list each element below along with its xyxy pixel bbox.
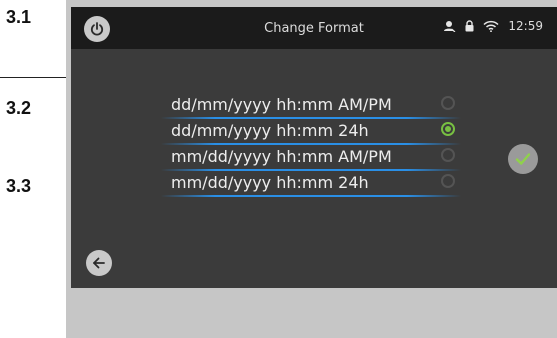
status-area: 12:59 <box>443 19 543 33</box>
format-option-label: mm/dd/yyyy hh:mm 24h <box>171 173 369 192</box>
device-frame: Change Format 12:59 dd/mm/yyyy hh:mm AM/… <box>66 0 557 338</box>
format-option-label: mm/dd/yyyy hh:mm AM/PM <box>171 147 392 166</box>
format-option-row[interactable]: dd/mm/yyyy hh:mm 24h <box>161 117 501 145</box>
format-option-row[interactable]: mm/dd/yyyy hh:mm AM/PM <box>161 143 501 171</box>
format-option-row[interactable]: mm/dd/yyyy hh:mm 24h <box>161 169 501 197</box>
back-button[interactable] <box>86 250 112 276</box>
wifi-icon <box>483 20 499 32</box>
radio-button[interactable] <box>441 174 455 188</box>
option-underline <box>161 195 461 197</box>
format-option-label: dd/mm/yyyy hh:mm AM/PM <box>171 95 392 114</box>
checkmark-icon <box>515 153 531 165</box>
step-label-3-2: 3.2 <box>6 98 32 118</box>
confirm-button[interactable] <box>508 144 538 174</box>
step-label-3-1: 3.1 <box>6 7 32 27</box>
top-bar: Change Format 12:59 <box>71 7 557 49</box>
radio-button-selected[interactable] <box>441 122 455 136</box>
radio-button[interactable] <box>441 96 455 110</box>
divider-line <box>0 77 66 78</box>
format-option-row[interactable]: dd/mm/yyyy hh:mm AM/PM <box>161 91 501 119</box>
step-label-3-3: 3.3 <box>6 176 32 196</box>
user-icon <box>444 21 456 32</box>
radio-button[interactable] <box>441 148 455 162</box>
lock-icon <box>465 20 474 32</box>
arrow-left-icon <box>93 257 105 269</box>
touch-screen: Change Format 12:59 dd/mm/yyyy hh:mm AM/… <box>71 7 557 288</box>
clock-time: 12:59 <box>508 19 543 33</box>
format-option-label: dd/mm/yyyy hh:mm 24h <box>171 121 369 140</box>
